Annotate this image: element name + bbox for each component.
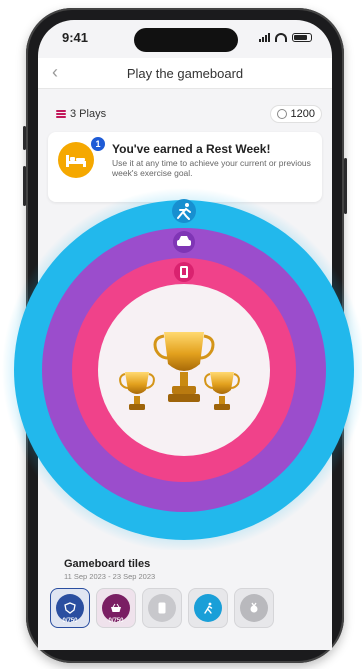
- phone-icon[interactable]: [174, 262, 194, 282]
- rest-week-title: You've earned a Rest Week!: [112, 142, 271, 156]
- tiles-title: Gameboard tiles: [64, 558, 151, 570]
- gameboard[interactable]: [0, 188, 362, 552]
- tile-running[interactable]: [188, 588, 228, 628]
- tile-purple[interactable]: 0/750: [96, 588, 136, 628]
- chevron-left-icon[interactable]: ‹: [52, 62, 58, 83]
- tile-grey-1[interactable]: [142, 588, 182, 628]
- dynamic-island: [134, 28, 238, 52]
- tile-label: 0/750: [108, 618, 124, 624]
- car-icon[interactable]: [173, 231, 195, 253]
- tiles-date-range: 11 Sep 2023 - 23 Sep 2023: [64, 572, 156, 581]
- medal-icon: [240, 594, 268, 622]
- running-icon[interactable]: [172, 199, 196, 223]
- stack-icon: [56, 109, 66, 119]
- tile-label: 0/750: [62, 618, 78, 624]
- plays-row: 3 Plays 1200: [56, 104, 322, 124]
- plays-label: 3 Plays: [70, 108, 107, 120]
- gameboard-tiles-section: Gameboard tiles 11 Sep 2023 - 23 Sep 202…: [38, 550, 332, 650]
- signal-icon: [259, 32, 270, 42]
- wifi-icon: [275, 32, 287, 42]
- page-title: Play the gameboard: [126, 65, 244, 81]
- status-time: 9:41: [62, 29, 89, 45]
- plays-counter: 3 Plays: [56, 108, 106, 120]
- coin-value: 1200: [290, 108, 315, 120]
- rest-week-badge: 1: [90, 136, 106, 152]
- battery-icon: [292, 32, 312, 42]
- bed-icon: [58, 142, 94, 178]
- coin-balance[interactable]: 1200: [269, 105, 322, 123]
- nav-bar: ‹ Play the gameboard: [38, 58, 332, 89]
- phone-icon: [148, 594, 176, 622]
- tile-blue[interactable]: 0/750: [50, 588, 90, 628]
- rest-week-description: Use it at any time to achieve your curre…: [112, 158, 311, 178]
- tiles-row: 0/750 0/750: [50, 588, 274, 628]
- running-icon: [194, 594, 222, 622]
- tile-grey-2[interactable]: [234, 588, 274, 628]
- coin-icon: [276, 109, 287, 119]
